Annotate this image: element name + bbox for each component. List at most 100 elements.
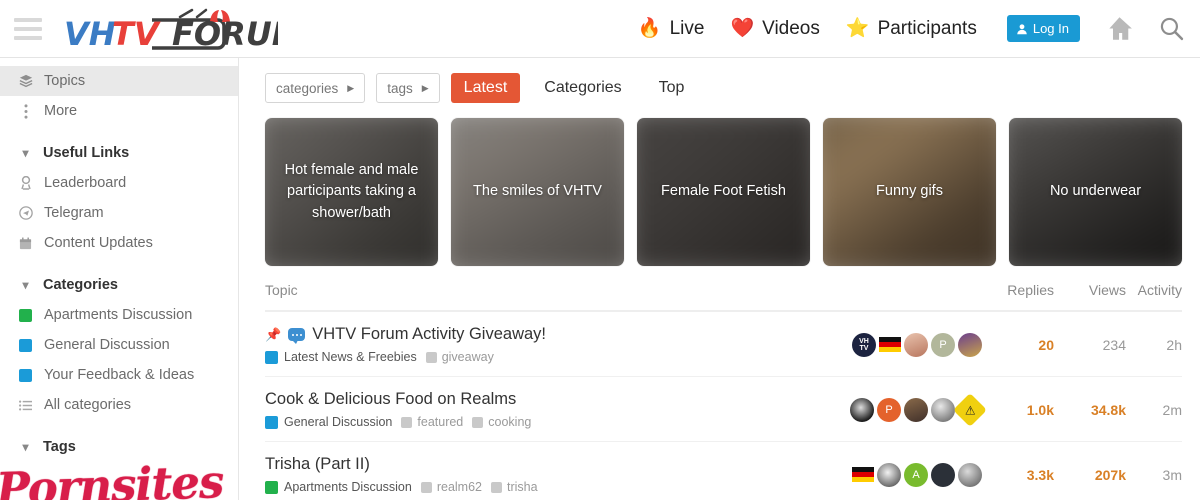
topic-title[interactable]: VHTV Forum Activity Giveaway!	[312, 325, 546, 344]
photo-avatar[interactable]	[958, 462, 982, 487]
avatars-cell: P ⚠	[844, 376, 987, 442]
vhtv-logo-avatar[interactable]: VH TV	[852, 332, 876, 357]
photo-avatar[interactable]	[850, 397, 874, 422]
sidebar-section-useful-links[interactable]: ▾ Useful Links	[0, 138, 238, 168]
flags-avatar[interactable]	[852, 467, 874, 482]
views-count: 234	[1054, 311, 1126, 377]
list-icon	[18, 399, 33, 411]
column-header-replies[interactable]: Replies	[982, 282, 1054, 312]
speech-bubble-icon	[288, 328, 306, 344]
avatar-line2: TV	[859, 344, 869, 352]
featured-card[interactable]: No underwear	[1009, 118, 1182, 266]
letter-avatar[interactable]: A	[904, 462, 928, 487]
site-logo[interactable]: VH TV FORUM	[60, 8, 278, 50]
featured-card[interactable]: The smiles of VHTV	[451, 118, 624, 266]
nav-item-participants[interactable]: ⭐ Participants	[846, 18, 977, 40]
table-row[interactable]: 📌 VHTV Forum Activity Giveaway! Latest N…	[265, 311, 1182, 377]
category-square-icon	[18, 338, 33, 352]
layers-icon	[18, 74, 33, 88]
table-row[interactable]: Cook & Delicious Food on Realms General …	[265, 376, 1182, 442]
featured-card-title: The smiles of VHTV	[473, 183, 602, 200]
topic-tag[interactable]: cooking	[472, 415, 531, 429]
column-header-topic[interactable]: Topic	[265, 282, 844, 312]
topic-title[interactable]: Cook & Delicious Food on Realms	[265, 390, 516, 409]
featured-card-title: Funny gifs	[876, 183, 943, 200]
photo-avatar[interactable]	[931, 397, 955, 422]
sidebar-item-telegram[interactable]: Telegram	[0, 198, 238, 228]
tag-label: cooking	[488, 415, 532, 429]
table-row[interactable]: Trisha (Part II) Apartments Discussion r…	[265, 441, 1182, 500]
sidebar-section-tags[interactable]: ▾ Tags	[0, 432, 238, 462]
topic-tag[interactable]: giveaway	[425, 350, 494, 364]
photo-avatar[interactable]	[904, 332, 928, 357]
topic-category[interactable]: General Discussion	[265, 415, 392, 429]
site-header: VH TV FORUM 🔥 Live ❤️ Videos ⭐ Participa…	[0, 0, 1200, 58]
pin-icon: 📌	[265, 326, 282, 342]
sidebar-item-general-discussion[interactable]: General Discussion	[0, 330, 238, 360]
sidebar-item-leaderboard[interactable]: Leaderboard	[0, 168, 238, 198]
topic-tag[interactable]: featured	[401, 415, 463, 429]
home-icon[interactable]	[1106, 16, 1133, 41]
tag-label: featured	[417, 415, 464, 429]
sidebar-label-all-categories: All categories	[44, 397, 132, 413]
sidebar-item-content-updates[interactable]: Content Updates	[0, 228, 238, 258]
login-button[interactable]: Log In	[1006, 15, 1080, 42]
category-square-icon	[18, 308, 33, 322]
flags-avatar[interactable]	[879, 337, 901, 352]
sidebar-section-categories[interactable]: ▾ Categories	[0, 270, 238, 300]
forum-page: VH TV FORUM 🔥 Live ❤️ Videos ⭐ Participa…	[0, 0, 1200, 500]
nav-item-live[interactable]: 🔥 Live	[638, 18, 705, 40]
sidebar-item-all-categories[interactable]: All categories	[0, 390, 238, 420]
letter-avatar[interactable]: P	[877, 397, 901, 422]
featured-card[interactable]: Funny gifs	[823, 118, 996, 266]
replies-count: 20	[982, 311, 1054, 377]
photo-avatar[interactable]	[958, 332, 982, 357]
tag-square-icon	[401, 416, 413, 428]
topic-tag[interactable]: realm62	[420, 480, 482, 494]
sidebar-item-your-feedback-ideas[interactable]: Your Feedback & Ideas	[0, 360, 238, 390]
replies-count: 3.3k	[982, 441, 1054, 500]
sidebar-label-topics: Topics	[44, 73, 86, 89]
svg-text:TV: TV	[112, 15, 161, 50]
photo-avatar[interactable]	[877, 462, 901, 487]
sidebar-section-label: Categories	[43, 277, 118, 293]
featured-card[interactable]: Hot female and male participants taking …	[265, 118, 438, 266]
featured-cards: Hot female and male participants taking …	[265, 118, 1182, 266]
nav-label-videos: Videos	[762, 17, 820, 39]
tag-label: giveaway	[441, 350, 494, 364]
category-label: Apartments Discussion	[284, 480, 412, 494]
tag-square-icon	[425, 351, 437, 363]
chevron-down-icon: ▾	[22, 278, 29, 292]
tab-latest[interactable]: Latest	[450, 73, 521, 103]
letter-avatar[interactable]: P	[931, 332, 955, 357]
sidebar-item-topics[interactable]: Topics	[0, 66, 238, 96]
photo-avatar[interactable]	[904, 397, 928, 422]
topic-category[interactable]: Apartments Discussion	[265, 480, 412, 494]
avatars-cell: A	[844, 441, 982, 500]
tab-categories[interactable]: Categories	[531, 73, 634, 103]
sidebar-item-more[interactable]: More	[0, 96, 238, 126]
tags-filter-dropdown[interactable]: tags ▶	[376, 73, 440, 103]
tab-top[interactable]: Top	[646, 73, 698, 103]
nav-item-videos[interactable]: ❤️ Videos	[730, 18, 819, 40]
sidebar-label-your-feedback-ideas: Your Feedback & Ideas	[44, 367, 195, 383]
featured-card[interactable]: Female Foot Fetish	[637, 118, 810, 266]
fire-icon: 🔥	[637, 18, 662, 39]
sidebar-item-apartments-discussion[interactable]: Apartments Discussion	[0, 300, 238, 330]
replies-count: 1.0k	[982, 376, 1054, 442]
badge-avatar[interactable]	[931, 462, 955, 487]
sidebar-section-label: Tags	[43, 439, 76, 455]
topic-title[interactable]: Trisha (Part II)	[265, 455, 370, 474]
svg-text:VH: VH	[64, 15, 116, 50]
topic-tag[interactable]: trisha	[491, 480, 538, 494]
topic-category[interactable]: Latest News & Freebies	[265, 350, 417, 364]
categories-filter-dropdown[interactable]: categories ▶	[265, 73, 366, 103]
categories-filter-label: categories	[276, 80, 339, 96]
featured-card-title: Hot female and male participants taking …	[284, 162, 419, 221]
hamburger-icon[interactable]	[14, 17, 42, 40]
search-icon[interactable]	[1159, 16, 1184, 41]
tag-label: trisha	[507, 480, 538, 494]
column-header-views[interactable]: Views	[1054, 282, 1126, 312]
user-icon	[1017, 23, 1027, 34]
column-header-activity[interactable]: Activity	[1126, 282, 1182, 312]
